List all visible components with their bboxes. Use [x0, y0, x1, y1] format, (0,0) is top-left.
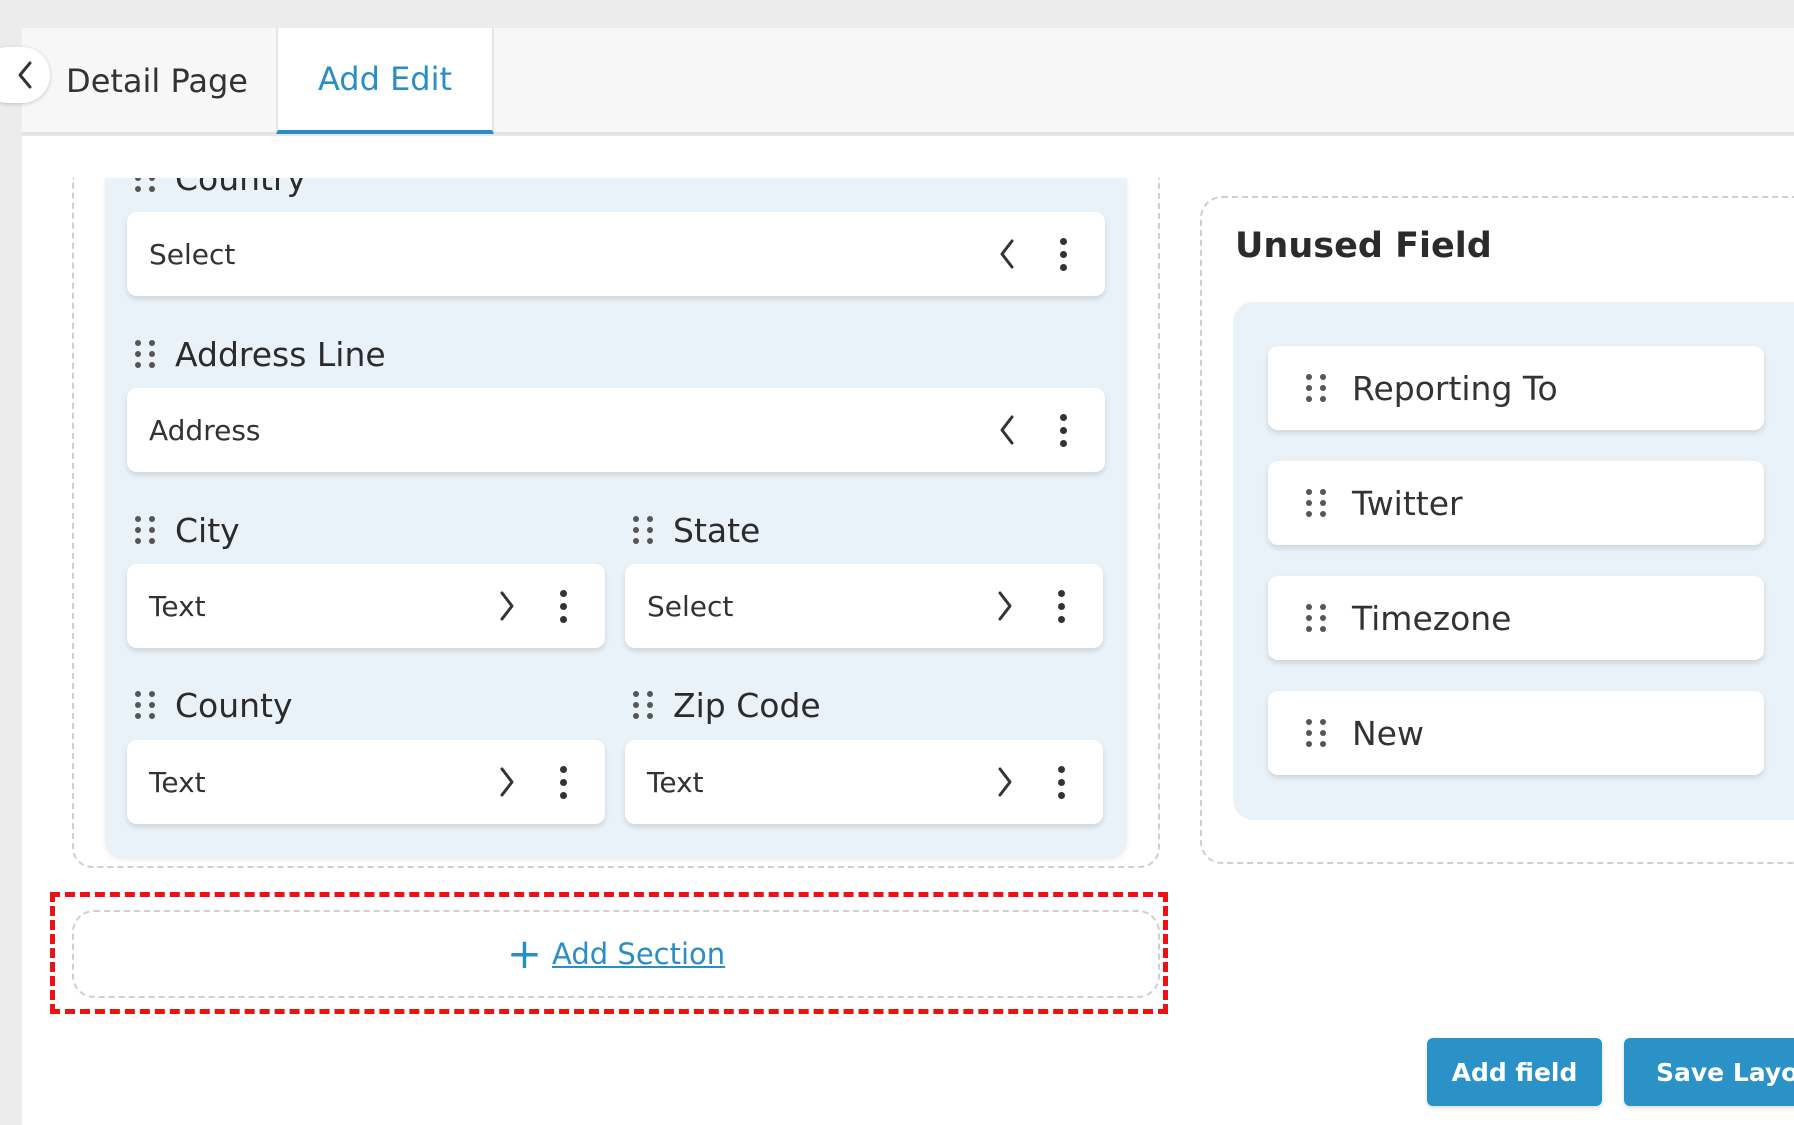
chevron-right-icon[interactable]	[991, 588, 1019, 624]
highlight-annotation	[50, 892, 1168, 1014]
address-section: Country Select Address Line Address City…	[105, 178, 1127, 858]
drag-handle-icon[interactable]	[135, 340, 155, 368]
add-field-label: Add field	[1451, 1057, 1578, 1087]
drag-handle-icon[interactable]	[633, 516, 653, 544]
drag-handle-icon[interactable]	[135, 178, 155, 192]
chevron-right-icon[interactable]	[493, 588, 521, 624]
field-label-state[interactable]: State	[633, 508, 760, 552]
drag-handle-icon[interactable]	[1306, 719, 1326, 747]
unused-item-reporting-to[interactable]: Reporting To	[1268, 346, 1764, 430]
field-type: Text	[149, 765, 206, 799]
more-vertical-icon[interactable]	[1051, 410, 1075, 450]
chevron-right-icon[interactable]	[991, 764, 1019, 800]
more-vertical-icon[interactable]	[551, 586, 575, 626]
field-type: Address	[149, 413, 261, 447]
unused-item-label: Reporting To	[1352, 368, 1558, 408]
add-field-button[interactable]: Add field	[1427, 1038, 1602, 1106]
field-label-text: County	[175, 685, 293, 725]
drag-handle-icon[interactable]	[1306, 489, 1326, 517]
chevron-left-icon[interactable]	[993, 236, 1021, 272]
more-vertical-icon[interactable]	[1049, 762, 1073, 802]
tab-detail-page[interactable]: Detail Page	[38, 28, 276, 134]
unused-item-twitter[interactable]: Twitter	[1268, 461, 1764, 545]
chevron-right-icon[interactable]	[493, 764, 521, 800]
field-label-text: Address Line	[175, 334, 386, 374]
more-vertical-icon[interactable]	[1049, 586, 1073, 626]
unused-item-label: Twitter	[1352, 483, 1463, 523]
drag-handle-icon[interactable]	[1306, 604, 1326, 632]
unused-field-title: Unused Field	[1235, 226, 1492, 266]
tab-detail-page-label: Detail Page	[66, 62, 248, 100]
window-top-strip	[0, 0, 1794, 28]
chevron-left-icon[interactable]	[993, 412, 1021, 448]
tab-add-edit-label: Add Edit	[317, 60, 453, 98]
field-type: Text	[647, 765, 704, 799]
field-label-country[interactable]: Country	[135, 178, 306, 200]
field-label-address-line[interactable]: Address Line	[135, 332, 386, 376]
drag-handle-icon[interactable]	[1306, 374, 1326, 402]
unused-item-new[interactable]: New	[1268, 691, 1764, 775]
unused-item-label: Timezone	[1352, 598, 1512, 638]
drag-handle-icon[interactable]	[135, 691, 155, 719]
field-type: Select	[149, 237, 236, 271]
field-box-city[interactable]: Text	[127, 564, 605, 648]
field-box-state[interactable]: Select	[625, 564, 1103, 648]
save-layout-label: Save Layout	[1656, 1057, 1794, 1087]
field-label-text: Country	[175, 178, 307, 198]
field-label-text: Zip Code	[673, 685, 821, 725]
field-box-county[interactable]: Text	[127, 740, 605, 824]
more-vertical-icon[interactable]	[1051, 234, 1075, 274]
save-layout-button[interactable]: Save Layout	[1624, 1038, 1794, 1106]
field-label-city[interactable]: City	[135, 508, 240, 552]
field-box-zip-code[interactable]: Text	[625, 740, 1103, 824]
field-label-text: City	[175, 510, 240, 550]
unused-item-timezone[interactable]: Timezone	[1268, 576, 1764, 660]
field-box-country[interactable]: Select	[127, 212, 1105, 296]
tab-add-edit[interactable]: Add Edit	[276, 28, 494, 134]
drag-handle-icon[interactable]	[633, 691, 653, 719]
window-left-strip	[0, 28, 22, 1125]
field-type: Text	[149, 589, 206, 623]
field-box-address-line[interactable]: Address	[127, 388, 1105, 472]
field-type: Select	[647, 589, 734, 623]
field-label-county[interactable]: County	[135, 683, 293, 727]
field-label-text: State	[673, 510, 761, 550]
drag-handle-icon[interactable]	[135, 516, 155, 544]
field-label-zip-code[interactable]: Zip Code	[633, 683, 821, 727]
more-vertical-icon[interactable]	[551, 762, 575, 802]
unused-item-label: New	[1352, 713, 1424, 753]
chevron-left-icon	[18, 61, 32, 89]
